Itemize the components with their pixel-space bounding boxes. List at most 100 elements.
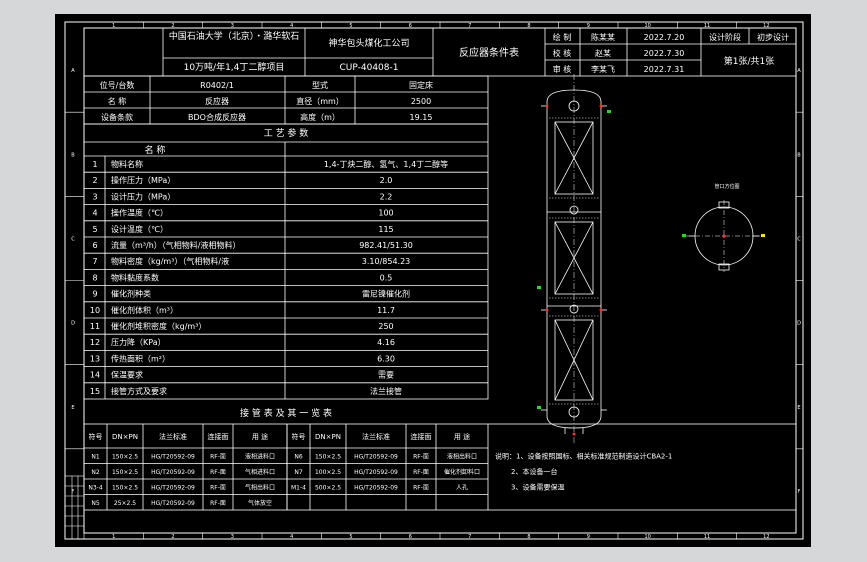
process-row-value: 11.7: [377, 306, 395, 315]
equipment-key: 名 称: [108, 96, 127, 106]
nozzle-cell: 气相出料口: [245, 484, 275, 492]
process-row-number: 13: [90, 354, 100, 363]
process-row-number: 3: [92, 192, 97, 201]
nozzle-cell: N2: [91, 469, 99, 476]
equipment-key: 位号/台数: [100, 80, 135, 90]
border-number-bottom: 12: [763, 534, 769, 540]
nozzle-header: 用 途: [252, 432, 268, 441]
border-letter-right: C: [797, 236, 801, 242]
border-letter-left: E: [71, 405, 74, 411]
process-row-name: 设计温度（℃）: [111, 224, 168, 234]
plan-marker-right: [761, 234, 765, 237]
nozzle-cell: 150×2.5: [112, 454, 138, 461]
nozzle-cell: RF-面: [210, 500, 226, 507]
process-row-value: 2.2: [380, 192, 393, 201]
nozzle-cell: 150×2.5: [112, 485, 138, 492]
border-letter-left: C: [71, 236, 75, 242]
process-row-number: 2: [92, 176, 97, 185]
drawing-number: CUP-40408-1: [340, 63, 399, 73]
border-number-bottom: 3: [231, 534, 234, 540]
process-row-number: 4: [92, 209, 97, 218]
revision-cells: [64, 475, 85, 540]
process-row-number: 14: [90, 371, 100, 380]
reactor-elevation: [541, 74, 607, 444]
nozzle-header: 用 途: [454, 432, 470, 441]
process-row-name: 保温要求: [111, 370, 143, 380]
process-row-number: 9: [92, 290, 97, 299]
border-number-bottom: 4: [290, 534, 293, 540]
design-stage-label: 设计阶段: [709, 32, 741, 42]
process-row-name: 操作温度（℃）: [111, 208, 168, 218]
border-letter-left: A: [71, 68, 75, 74]
role-date: 2022.7.31: [644, 65, 685, 74]
nozzle-header: 法兰标准: [362, 432, 390, 441]
border-number-bottom: 11: [704, 534, 710, 540]
nozzle-cell: N6: [294, 454, 302, 461]
nozzle-header: 符号: [292, 432, 306, 441]
nozzle-cell: 催化剂卸料口: [444, 468, 480, 476]
process-row-value: 法兰接管: [370, 386, 402, 396]
process-row-value: 0.5: [380, 273, 393, 282]
border-number-bottom: 6: [409, 534, 412, 540]
process-row-value: 4.16: [377, 338, 395, 347]
process-row-number: 5: [92, 225, 97, 234]
plan-marker-left: [682, 234, 686, 237]
border-number-bottom: 9: [587, 534, 590, 540]
process-row-value: 250: [378, 322, 393, 331]
nozzle-cell: M1-4: [291, 485, 306, 492]
equipment-key: 型式: [312, 80, 328, 90]
equipment-value: 2500: [411, 97, 431, 106]
nozzle-cell: HG/T20592-09: [151, 454, 195, 461]
nozzle-header: 法兰标准: [159, 432, 187, 441]
nozzle-header: 符号: [89, 432, 103, 441]
nozzle-cell: N5: [91, 500, 99, 507]
border-letter-right: A: [797, 68, 801, 74]
equipment-key: 直径（mm）: [296, 96, 344, 106]
nozzle-cell: RF-面: [413, 454, 429, 461]
role-name: 赵某: [595, 48, 611, 58]
nozzle-note: 2、本设备一台: [511, 467, 557, 476]
process-row-name: 催化剂种类: [111, 289, 151, 299]
drawing-sheet: 1 1 2 2 3 3 4 4 5 5 6 6 7 7 8 8 9 9 10 10 11 11 12 12 A A B B C C D D E E…: [55, 14, 811, 547]
nozzle-header: DN×PN: [315, 433, 341, 441]
nozzle-cell: 500×2.5: [315, 485, 341, 492]
process-header: 名 称: [145, 144, 166, 156]
role-date: 2022.7.30: [644, 49, 685, 58]
nozzle-cell: HG/T20592-09: [354, 454, 398, 461]
nozzle-cell: 气相进料口: [245, 468, 275, 476]
border-letter-right: E: [797, 405, 800, 411]
equipment-value: 固定床: [409, 80, 433, 90]
plan-center-marker: [722, 234, 726, 238]
process-row-name: 传热面积（m²）: [111, 353, 170, 363]
equipment-value: 19.15: [410, 113, 433, 122]
process-row-value: 2.0: [380, 176, 393, 185]
nozzle-cell: 液相出料口: [447, 453, 477, 461]
nozzle-grid: [83, 423, 797, 511]
nozzle-cell: 25×2.5: [114, 500, 136, 507]
equipment-value: R0402/1: [200, 81, 234, 90]
border-letter-left: D: [71, 321, 75, 327]
border-letter-right: B: [797, 152, 801, 158]
university-name: 中国石油大学（北京）・潞华软石: [169, 30, 300, 42]
process-row-name: 流量（m³/h）（气相物料/液相物料）: [111, 240, 240, 250]
equipment-key: 设备条款: [101, 112, 133, 122]
company-name: 神华包头煤化工公司: [328, 37, 409, 49]
border-number-bottom: 5: [349, 534, 352, 540]
process-row-number: 8: [92, 273, 97, 282]
process-row-name: 设计压力（MPa）: [111, 191, 175, 201]
nozzle-header: DN×PN: [112, 433, 138, 441]
process-title: 工 艺 参 数: [264, 127, 309, 139]
role-date: 2022.7.20: [644, 33, 685, 42]
border-number-bottom: 1: [112, 534, 115, 540]
process-row-number: 10: [90, 306, 100, 315]
process-row-value: 6.30: [377, 354, 395, 363]
nozzle-title: 接 管 表 及 其 一 览 表: [240, 407, 332, 419]
process-row-name: 催化剂体积（m³）: [111, 305, 178, 315]
orientation-label: 管口方位图: [714, 183, 739, 190]
nozzle-cell: RF-面: [413, 485, 429, 492]
nozzle-cell: 150×2.5: [315, 454, 341, 461]
border-letter-right: F: [798, 489, 801, 495]
signature-roles: 绘 制 陈某某 2022.7.20 校 核 赵某 2022.7.30 审 核 李某飞 2022.…: [553, 32, 685, 74]
process-row-value: 1,4-丁炔二醇、氢气、1,4丁二醇等: [324, 159, 448, 169]
nozzle-cell: HG/T20592-09: [354, 485, 398, 492]
